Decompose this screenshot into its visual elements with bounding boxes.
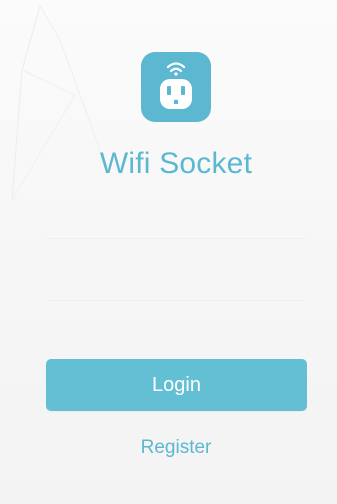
register-link[interactable]: Register: [0, 437, 337, 459]
app-title: Wifi Socket: [99, 147, 253, 180]
login-screen: Wifi Socket Login Register: [0, 0, 337, 504]
login-button[interactable]: Login: [46, 359, 307, 411]
password-field[interactable]: [46, 300, 306, 301]
wifi-socket-icon: [141, 52, 211, 122]
username-field[interactable]: [46, 238, 306, 239]
